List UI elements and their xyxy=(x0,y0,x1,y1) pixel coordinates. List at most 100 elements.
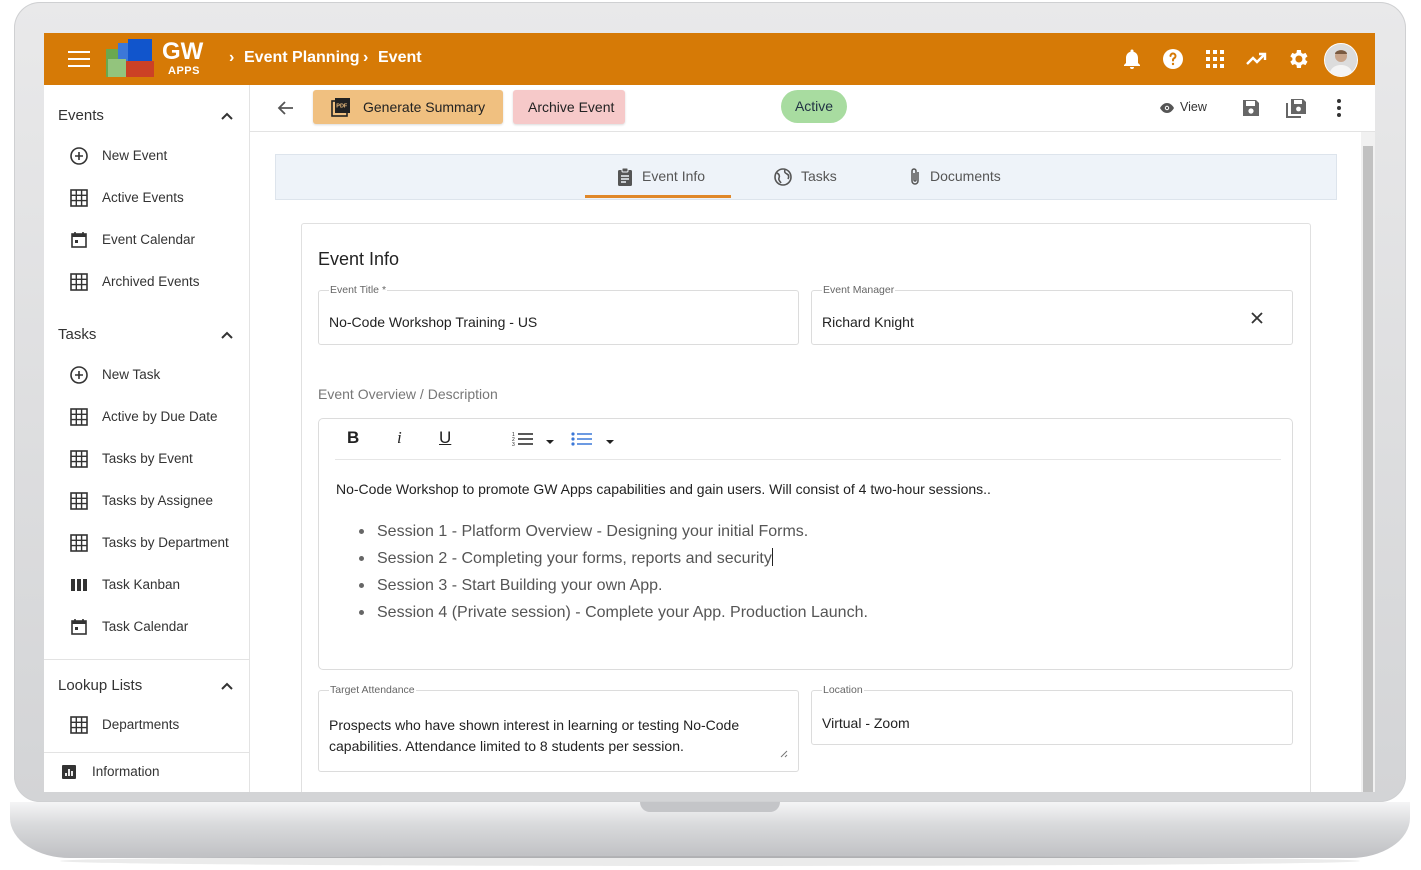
sidebar-item-event-calendar[interactable]: Event Calendar xyxy=(44,224,249,256)
sidebar-item-label: Task Kanban xyxy=(102,577,181,592)
save-icon[interactable] xyxy=(1240,97,1262,119)
sidebar-item-label: Departments xyxy=(102,717,180,732)
sidebar-item-archived-events[interactable]: Archived Events xyxy=(44,266,249,298)
bulleted-list-icon[interactable] xyxy=(571,431,593,447)
tab-tasks[interactable]: Tasks xyxy=(773,155,863,199)
event-manager-label: Event Manager xyxy=(822,284,896,296)
location-label: Location xyxy=(822,684,864,696)
description-label: Event Overview / Description xyxy=(318,386,498,402)
sidebar-section-tasks[interactable]: Tasks xyxy=(58,326,96,343)
sidebar-item-new-task[interactable]: New Task xyxy=(44,359,249,391)
list-item-text: Session 2 - Completing your forms, repor… xyxy=(377,550,772,567)
sidebar-item-active-by-due-date[interactable]: Active by Due Date xyxy=(44,401,249,433)
event-manager-value: Richard Knight xyxy=(822,314,914,330)
sidebar-divider xyxy=(44,752,249,753)
chevron-up-icon[interactable] xyxy=(220,681,234,691)
save-all-icon[interactable] xyxy=(1285,96,1309,120)
top-bar: GW APPS › Event Planning › Event xyxy=(44,33,1375,85)
add-circle-icon xyxy=(70,366,88,384)
laptop-shadow xyxy=(60,856,1360,866)
archive-event-label: Archive Event xyxy=(528,99,615,115)
help-icon[interactable] xyxy=(1161,47,1185,71)
sidebar-section-lookup-lists[interactable]: Lookup Lists xyxy=(58,677,142,694)
menu-icon[interactable] xyxy=(68,51,90,67)
dropdown-arrow-icon[interactable] xyxy=(605,439,615,445)
breadcrumb-event-planning[interactable]: Event Planning xyxy=(244,49,360,67)
apps-grid-icon[interactable] xyxy=(1203,47,1227,71)
grid-icon xyxy=(70,189,88,207)
event-title-label: Event Title * xyxy=(329,284,388,296)
tab-label: Tasks xyxy=(801,168,837,184)
list-item: Session 2 - Completing your forms, repor… xyxy=(359,545,868,572)
archive-event-button[interactable]: Archive Event xyxy=(513,90,625,124)
sidebar-item-tasks-by-department[interactable]: Tasks by Department xyxy=(44,527,249,559)
sidebar-item-tasks-by-assignee[interactable]: Tasks by Assignee xyxy=(44,485,249,517)
tab-documents[interactable]: Documents xyxy=(906,155,1026,199)
dropdown-arrow-icon[interactable] xyxy=(545,439,555,445)
chevron-up-icon[interactable] xyxy=(220,111,234,121)
pdf-icon: PDF xyxy=(331,98,350,117)
trending-up-icon[interactable] xyxy=(1244,47,1268,71)
event-title-value: No-Code Workshop Training - US xyxy=(329,314,538,330)
text-caret xyxy=(771,548,773,566)
avatar[interactable] xyxy=(1324,43,1358,77)
location-field[interactable]: Location Virtual - Zoom xyxy=(811,684,1293,745)
logo-text: GW xyxy=(162,38,204,65)
eye-icon[interactable] xyxy=(1159,101,1175,115)
gear-icon[interactable] xyxy=(1286,47,1310,71)
close-icon[interactable] xyxy=(1250,311,1264,325)
list-item: Session 4 (Private session) - Complete y… xyxy=(359,599,868,626)
chevron-up-icon[interactable] xyxy=(220,330,234,340)
sidebar-item-new-event[interactable]: New Event xyxy=(44,140,249,172)
sidebar-item-label: New Task xyxy=(102,367,161,382)
sidebar-divider xyxy=(44,659,249,660)
sidebar-item-active-events[interactable]: Active Events xyxy=(44,182,249,214)
resize-handle-icon[interactable] xyxy=(779,749,788,758)
action-toolbar: PDF Generate Summary Archive Event Activ… xyxy=(250,85,1375,132)
scrollbar-thumb[interactable] xyxy=(1363,146,1373,792)
sidebar-item-label: Active by Due Date xyxy=(102,409,218,424)
sidebar-item-label: Active Events xyxy=(102,190,184,205)
sidebar-item-label: Archived Events xyxy=(102,274,200,289)
breadcrumb-event[interactable]: Event xyxy=(378,49,422,67)
location-value: Virtual - Zoom xyxy=(822,715,910,731)
underline-button[interactable]: U xyxy=(439,428,451,448)
globe-icon xyxy=(774,168,792,186)
description-editor[interactable]: B i U 123 No-Code Workshop to promote GW… xyxy=(318,418,1293,670)
more-vert-icon[interactable] xyxy=(1336,98,1342,118)
view-button[interactable]: View xyxy=(1180,100,1207,114)
breadcrumb-separator: › xyxy=(363,49,369,66)
grid-icon xyxy=(70,492,88,510)
target-attendance-field[interactable]: Target Attendance Prospects who have sho… xyxy=(318,684,799,772)
list-item: Session 1 - Platform Overview - Designin… xyxy=(359,518,868,545)
paperclip-icon xyxy=(911,168,919,185)
sidebar-item-departments[interactable]: Departments xyxy=(44,709,249,741)
sidebar-item-task-kanban[interactable]: Task Kanban xyxy=(44,569,249,601)
numbered-list-icon[interactable]: 123 xyxy=(512,431,534,447)
tab-strip: Event Info Tasks Documents xyxy=(275,154,1337,200)
sidebar-item-label: Tasks by Department xyxy=(102,535,229,550)
event-manager-field[interactable]: Event Manager Richard Knight xyxy=(811,284,1293,345)
svg-text:PDF: PDF xyxy=(336,104,348,110)
sidebar-item-information[interactable]: Information xyxy=(44,756,249,788)
tab-event-info[interactable]: Event Info xyxy=(614,155,734,199)
grid-icon xyxy=(70,534,88,552)
bold-button[interactable]: B xyxy=(347,428,359,448)
grid-icon xyxy=(70,408,88,426)
active-tab-indicator xyxy=(585,195,731,198)
sidebar-item-task-calendar[interactable]: Task Calendar xyxy=(44,611,249,643)
sidebar-item-tasks-by-event[interactable]: Tasks by Event xyxy=(44,443,249,475)
editor-divider xyxy=(335,459,1281,460)
event-title-field[interactable]: Event Title * No-Code Workshop Training … xyxy=(318,284,799,345)
target-attendance-label: Target Attendance xyxy=(329,684,416,696)
sidebar: Events New Event Active Events Event Cal… xyxy=(44,85,250,792)
back-arrow-icon[interactable] xyxy=(276,98,296,118)
bell-icon[interactable] xyxy=(1120,47,1144,71)
logo-subtext: APPS xyxy=(168,65,200,77)
generate-summary-button[interactable]: PDF Generate Summary xyxy=(313,90,503,124)
sidebar-item-label: New Event xyxy=(102,148,168,163)
sidebar-section-events[interactable]: Events xyxy=(58,107,104,124)
description-bullet-list: Session 1 - Platform Overview - Designin… xyxy=(359,518,868,626)
target-attendance-line: capabilities. Attendance limited to 8 st… xyxy=(329,738,684,754)
italic-button[interactable]: i xyxy=(397,428,402,448)
